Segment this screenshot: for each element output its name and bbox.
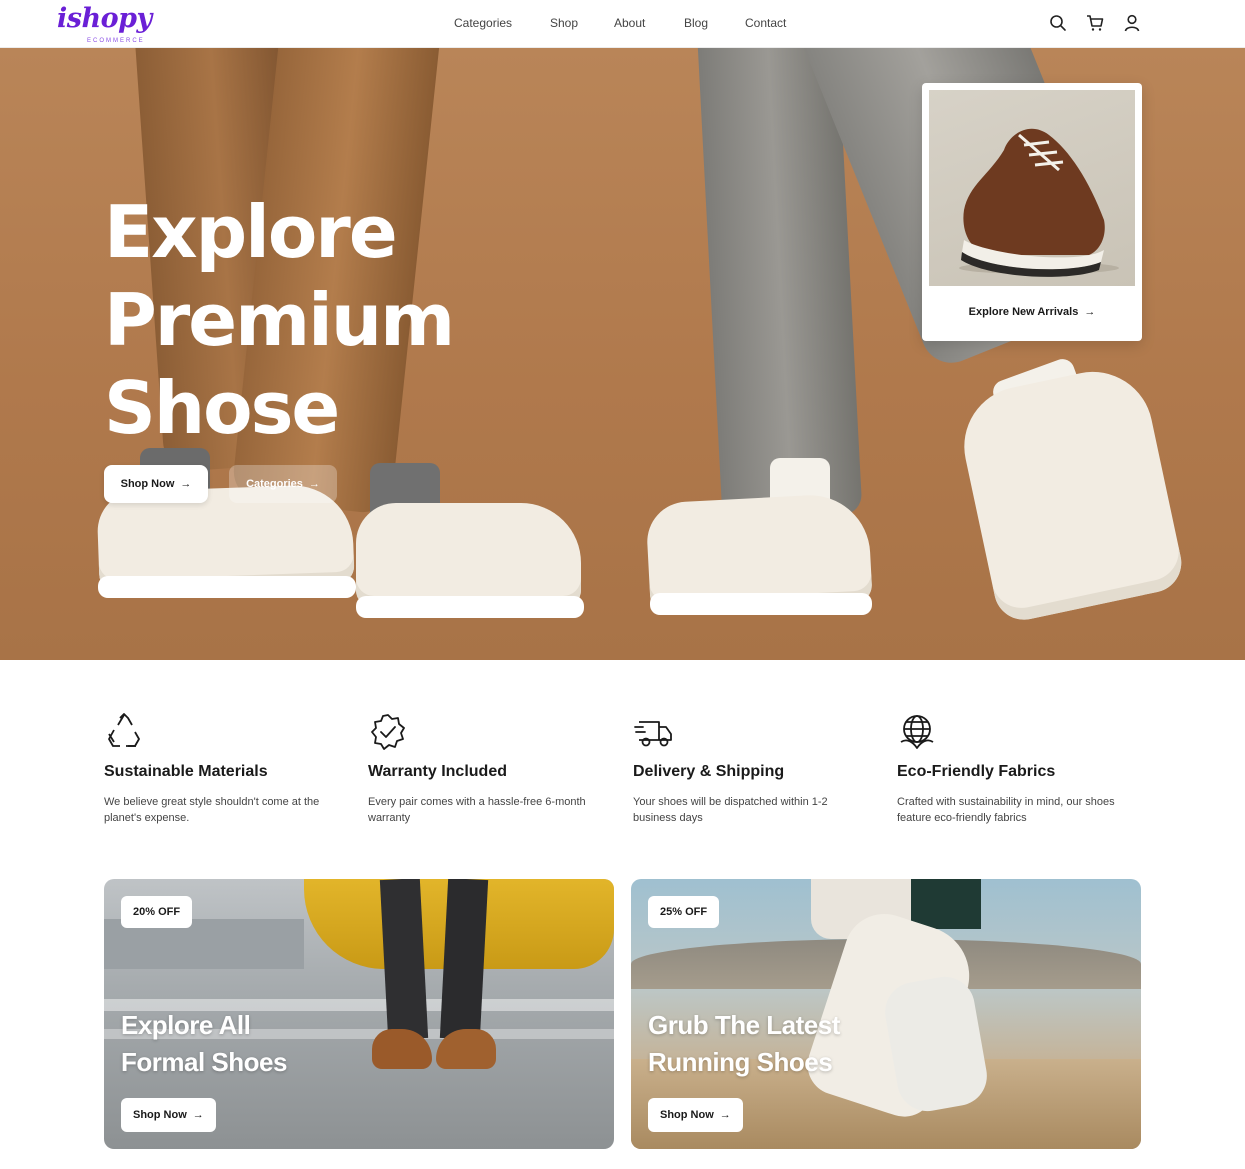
hero-title-line-2: Premium	[104, 278, 455, 362]
globe-leaf-icon	[897, 712, 937, 752]
nav-item-about[interactable]: About	[614, 14, 645, 32]
hero-title: Explore Premium Shose	[104, 188, 524, 452]
brand-logo[interactable]: ishopy ECOMMERCE	[57, 2, 157, 46]
feature-title: Warranty Included	[368, 763, 507, 780]
arrow-right-icon: →	[308, 478, 320, 490]
nav-item-shop[interactable]: Shop	[550, 14, 578, 32]
feature-desc: Every pair comes with a hassle-free 6-mo…	[368, 796, 586, 824]
promo-card-formal[interactable]: 20% OFF Explore All Formal Shoes Shop No…	[104, 879, 614, 1149]
user-icon[interactable]	[1121, 12, 1143, 34]
promo-title: Grub The Latest Running Shoes	[648, 1007, 1028, 1081]
categories-button[interactable]: Categories →	[229, 465, 337, 503]
hero-banner: Explore Premium Shose Shop Now → Categor…	[0, 48, 1245, 660]
nav-item-blog[interactable]: Blog	[684, 14, 708, 32]
nav-item-categories[interactable]: Categories	[454, 14, 512, 32]
feature-delivery-shipping: Delivery & Shipping Your shoes will be d…	[633, 712, 863, 832]
feature-title: Delivery & Shipping	[633, 763, 785, 780]
promo-shop-now-button[interactable]: Shop Now →	[648, 1098, 743, 1132]
truck-icon	[633, 712, 673, 752]
feature-title: Eco-Friendly Fabrics	[897, 763, 1056, 780]
promo-title-line-2: Formal Shoes	[121, 1047, 287, 1077]
shop-now-label: Shop Now	[120, 478, 175, 490]
explore-new-arrivals-label: Explore New Arrivals	[968, 306, 1079, 318]
promo-title-line-2: Running Shoes	[648, 1047, 833, 1077]
hero-title-line-3: Shose	[104, 366, 340, 450]
arrow-right-icon: →	[180, 478, 192, 490]
hero-title-line-1: Explore	[104, 190, 398, 274]
feature-warranty-included: Warranty Included Every pair comes with …	[368, 712, 598, 832]
new-arrival-shoe-image	[929, 90, 1135, 286]
recycle-icon	[104, 712, 144, 752]
promo-shop-now-label: Shop Now	[660, 1109, 714, 1121]
promo-title: Explore All Formal Shoes	[121, 1007, 501, 1081]
arrow-right-icon: →	[192, 1109, 204, 1121]
brand-name: ishopy	[57, 3, 152, 34]
promo-card-running[interactable]: 25% OFF Grub The Latest Running Shoes Sh…	[631, 879, 1141, 1149]
explore-new-arrivals-link[interactable]: Explore New Arrivals →	[922, 301, 1142, 323]
search-icon[interactable]	[1047, 12, 1069, 34]
discount-badge: 25% OFF	[648, 896, 720, 928]
arrow-right-icon: →	[1084, 306, 1096, 318]
promo-shop-now-label: Shop Now	[133, 1109, 187, 1121]
nav-item-contact[interactable]: Contact	[745, 14, 786, 32]
new-arrivals-card[interactable]: Explore New Arrivals →	[922, 83, 1142, 341]
shop-now-button[interactable]: Shop Now →	[104, 465, 208, 503]
promo-title-line-1: Grub The Latest	[648, 1010, 840, 1040]
promo-shop-now-button[interactable]: Shop Now →	[121, 1098, 216, 1132]
promo-title-line-1: Explore All	[121, 1010, 251, 1040]
feature-desc: Your shoes will be dispatched within 1-2…	[633, 796, 828, 824]
cart-icon[interactable]	[1084, 12, 1106, 34]
feature-eco-friendly-fabrics: Eco-Friendly Fabrics Crafted with sustai…	[897, 712, 1127, 832]
categories-label: Categories	[246, 478, 303, 490]
feature-desc: Crafted with sustainability in mind, our…	[897, 796, 1115, 824]
brand-tagline: ECOMMERCE	[87, 38, 145, 44]
feature-title: Sustainable Materials	[104, 763, 268, 780]
discount-badge: 20% OFF	[121, 896, 193, 928]
arrow-right-icon: →	[719, 1109, 731, 1121]
feature-desc: We believe great style shouldn't come at…	[104, 796, 320, 824]
badge-check-icon	[368, 712, 408, 752]
feature-sustainable-materials: Sustainable Materials We believe great s…	[104, 712, 334, 832]
site-header: ishopy ECOMMERCE Categories Shop About B…	[0, 0, 1245, 48]
